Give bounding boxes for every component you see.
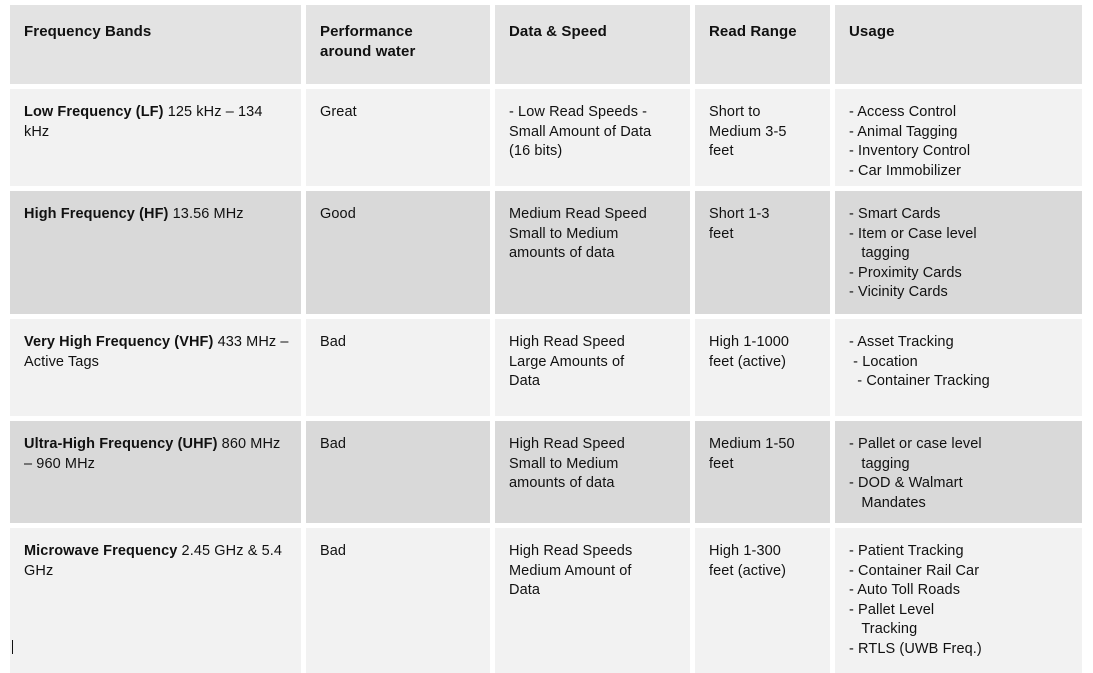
column-header-frequency-bands: Frequency Bands <box>10 5 301 84</box>
band-name-bold: Low Frequency (LF) <box>24 104 164 120</box>
cell-performance: Bad <box>306 528 490 673</box>
usage-list-item: - Location <box>849 353 918 370</box>
table-row: Microwave Frequency 2.45 GHz & 5.4 GHz B… <box>10 528 1082 673</box>
band-name-bold: Ultra-High Frequency (UHF) <box>24 436 218 452</box>
cell-frequency-band: Very High Frequency (VHF) 433 MHz – Acti… <box>10 319 301 416</box>
usage-list-item: - RTLS (UWB Freq.) <box>849 640 982 657</box>
column-header-data-and-speed: Data & Speed <box>495 5 690 84</box>
cell-usage: - Patient Tracking - Container Rail Car - … <box>835 528 1082 673</box>
usage-list: - Smart Cards - Item or Case level taggin… <box>849 205 1072 303</box>
usage-list: - Access Control - Animal Tagging - Invent… <box>849 103 1072 181</box>
band-name-bold: Very High Frequency (VHF) <box>24 334 214 350</box>
usage-list: - Patient Tracking - Container Rail Car - … <box>849 542 1072 659</box>
usage-list: - Asset Tracking - Location - Container … <box>849 333 1072 392</box>
cell-frequency-band: High Frequency (HF) 13.56 MHz <box>10 191 301 314</box>
cell-read-range: Short to Medium 3-5 feet <box>695 89 830 186</box>
cell-usage: - Asset Tracking - Location - Container … <box>835 319 1082 416</box>
table-row: Low Frequency (LF) 125 kHz – 134 kHz Gre… <box>10 89 1082 186</box>
usage-list-item: - Pallet or case level tagging <box>849 436 982 472</box>
band-name-rest: 13.56 MHz <box>168 206 244 222</box>
cell-frequency-band: Ultra-High Frequency (UHF) 860 MHz – 960… <box>10 421 301 523</box>
usage-list-item: - Smart Cards <box>849 206 941 222</box>
usage-list-item: - Vicinity Cards <box>849 284 948 300</box>
usage-list-item: - Inventory Control <box>849 143 971 159</box>
cell-frequency-band: Low Frequency (LF) 125 kHz – 134 kHz <box>10 89 301 186</box>
cell-performance: Good <box>306 191 490 314</box>
table-row: High Frequency (HF) 13.56 MHz Good Mediu… <box>10 191 1082 314</box>
band-name-bold: Microwave Frequency <box>24 543 178 559</box>
column-header-read-range: Read Range <box>695 5 830 84</box>
frequency-bands-table: Frequency Bands Performance around water… <box>10 5 1082 673</box>
cell-performance: Great <box>306 89 490 186</box>
usage-list-item: - Patient Tracking <box>849 543 964 559</box>
cell-read-range: High 1-1000 feet (active) <box>695 319 830 416</box>
usage-list-item: - Asset Tracking <box>849 334 954 350</box>
text-cursor-caret <box>12 640 13 654</box>
usage-list-item: - Container Rail Car <box>849 562 980 579</box>
usage-list-item: - Animal Tagging <box>849 123 958 140</box>
usage-list: - Pallet or case level tagging - DOD & Wa… <box>849 435 1072 513</box>
table-header-row: Frequency Bands Performance around water… <box>10 5 1082 84</box>
cell-data-speed: Medium Read Speed Small to Medium amount… <box>495 191 690 314</box>
cell-data-speed: High Read Speed Small to Medium amounts … <box>495 421 690 523</box>
cell-performance: Bad <box>306 319 490 416</box>
cell-frequency-band: Microwave Frequency 2.45 GHz & 5.4 GHz <box>10 528 301 673</box>
table-row: Ultra-High Frequency (UHF) 860 MHz – 960… <box>10 421 1082 523</box>
usage-list-item: - Container Tracking <box>849 373 990 389</box>
usage-list-item: - Car Immobilizer <box>849 162 962 179</box>
cell-usage: - Access Control - Animal Tagging - Invent… <box>835 89 1082 186</box>
usage-list-item: - Access Control <box>849 104 957 120</box>
cell-usage: - Pallet or case level tagging - DOD & Wa… <box>835 421 1082 523</box>
cell-read-range: Medium 1-50 feet <box>695 421 830 523</box>
usage-list-item: - Item or Case level tagging <box>849 225 977 262</box>
usage-list-item: - Pallet Level Tracking <box>849 601 935 638</box>
column-header-performance-around-water: Performance around water <box>306 5 490 84</box>
cell-data-speed: - Low Read Speeds - Small Amount of Data… <box>495 89 690 186</box>
cell-performance: Bad <box>306 421 490 523</box>
cell-data-speed: High Read Speeds Medium Amount of Data <box>495 528 690 673</box>
table-row: Very High Frequency (VHF) 433 MHz – Acti… <box>10 319 1082 416</box>
cell-read-range: High 1-300 feet (active) <box>695 528 830 673</box>
usage-list-item: - Auto Toll Roads <box>849 582 961 598</box>
cell-usage: - Smart Cards - Item or Case level taggin… <box>835 191 1082 314</box>
usage-list-item: - Proximity Cards <box>849 264 962 281</box>
cell-data-speed: High Read Speed Large Amounts of Data <box>495 319 690 416</box>
band-name-bold: High Frequency (HF) <box>24 206 169 222</box>
usage-list-item: - DOD & Walmart Mandates <box>849 475 963 511</box>
column-header-usage: Usage <box>835 5 1082 84</box>
cell-read-range: Short 1-3 feet <box>695 191 830 314</box>
